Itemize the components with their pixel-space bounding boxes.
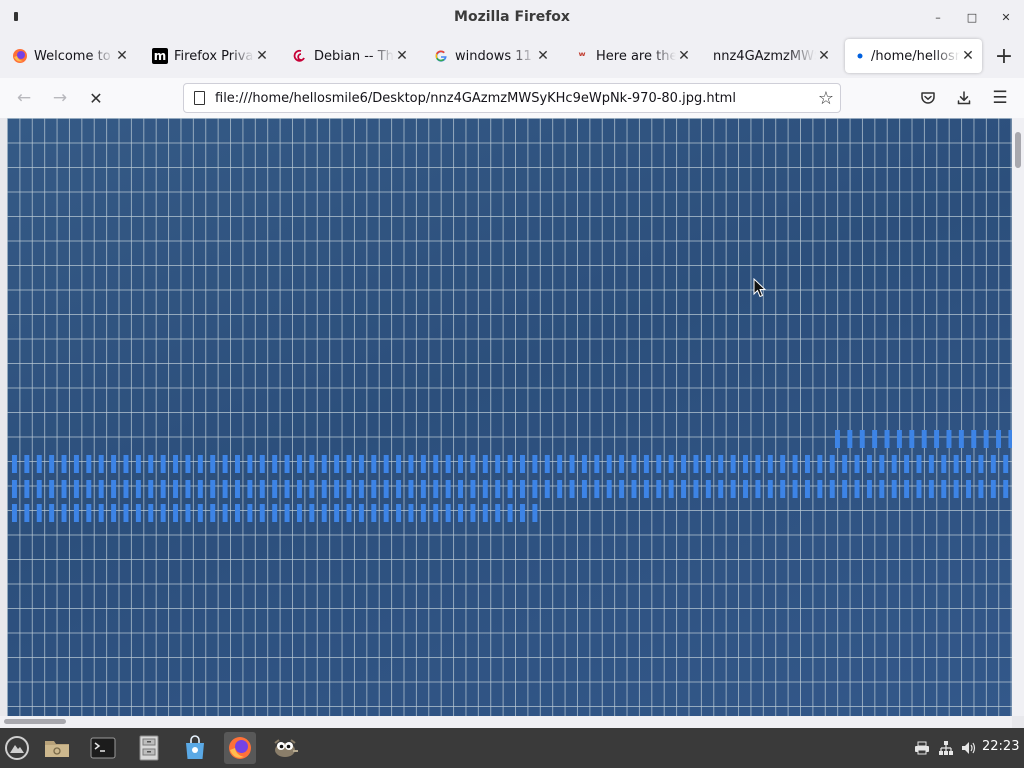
tab-label: Here are the Windows 11 wallpapers [596, 48, 676, 64]
file-cabinet-icon[interactable] [133, 732, 165, 764]
page-viewport [0, 118, 1024, 728]
tab-label: Firefox Privacy Notice [174, 48, 254, 64]
tab-close-icon[interactable]: ✕ [676, 48, 692, 64]
led-band-middle-1 [10, 455, 1012, 473]
tab-windows-11-search[interactable]: windows 11 background ✕ [423, 39, 557, 73]
tab-strip: Welcome to Firefox ✕ m Firefox Privacy N… [0, 34, 1024, 78]
tab-active-html-file[interactable]: /home/hellosmile6/Desktop/nnz4GAzmzMWSyK… [845, 39, 982, 73]
debian-swirl-icon [292, 48, 308, 64]
gimp-icon[interactable] [269, 732, 301, 764]
pocket-icon[interactable] [916, 86, 940, 110]
navigation-toolbar: ← → ✕ file:///home/hellosmile6/Desktop/n… [0, 78, 1024, 119]
minimize-button[interactable]: – [929, 8, 947, 26]
page-icon [193, 90, 207, 106]
back-button[interactable]: ← [12, 86, 36, 110]
tab-windows-11-wallpapers[interactable]: ʷ Here are the Windows 11 wallpapers ✕ [564, 39, 698, 73]
horizontal-scroll-thumb[interactable] [4, 719, 66, 724]
led-band-bottom [10, 504, 542, 522]
tab-close-icon[interactable]: ✕ [254, 48, 270, 64]
bookmark-star-icon[interactable]: ☆ [812, 88, 840, 109]
horizontal-scrollbar[interactable] [0, 716, 1012, 728]
led-band-top [833, 430, 1012, 448]
clock[interactable]: 22:23 [982, 739, 1019, 754]
tab-label: Welcome to Firefox [34, 48, 114, 64]
printer-icon[interactable] [913, 739, 931, 757]
stop-button[interactable]: ✕ [84, 86, 108, 110]
vertical-scrollbar[interactable] [1012, 118, 1024, 716]
tab-close-icon[interactable]: ✕ [960, 48, 976, 64]
window-title: Mozilla Firefox [454, 9, 570, 25]
tab-firefox-privacy-notice[interactable]: m Firefox Privacy Notice ✕ [142, 39, 276, 73]
close-window-button[interactable]: ✕ [997, 8, 1015, 26]
tab-close-icon[interactable]: ✕ [816, 48, 832, 64]
tab-welcome-to-firefox[interactable]: Welcome to Firefox ✕ [2, 39, 136, 73]
file-manager-icon[interactable] [41, 732, 73, 764]
tab-close-icon[interactable]: ✕ [114, 48, 130, 64]
network-icon[interactable] [937, 739, 955, 757]
tab-label: Debian -- The Universal Operating System [314, 48, 394, 64]
window-menu-icon[interactable] [14, 12, 18, 21]
tab-label: /home/hellosmile6/Desktop/nnz4GAzmzMWSyK… [871, 48, 960, 64]
displayed-image [7, 118, 1012, 716]
firefox-icon[interactable] [224, 732, 256, 764]
led-band-middle-2 [10, 480, 1012, 498]
new-tab-button[interactable]: + [992, 46, 1016, 70]
window-titlebar: Mozilla Firefox – □ ✕ [0, 0, 1024, 34]
tab-jpg-image[interactable]: nnz4GAzmzMWSyKHc9eWpNk-970-80.jpg ✕ [704, 39, 838, 73]
google-g-icon [433, 48, 449, 64]
tab-debian[interactable]: Debian -- The Universal Operating System… [282, 39, 416, 73]
download-icon[interactable] [952, 86, 976, 110]
menu-icon[interactable] [1, 732, 33, 764]
url-text[interactable]: file:///home/hellosmile6/Desktop/nnz4GAz… [215, 91, 812, 106]
tab-close-icon[interactable]: ✕ [394, 48, 410, 64]
volume-icon[interactable] [960, 739, 978, 757]
taskbar: 22:23 [0, 728, 1024, 768]
forward-button[interactable]: → [48, 86, 72, 110]
firefox-icon [12, 48, 28, 64]
maximize-button[interactable]: □ [963, 8, 981, 26]
app-menu-button[interactable]: ☰ [988, 86, 1012, 110]
loading-dot-icon [855, 48, 865, 64]
software-store-icon[interactable] [179, 732, 211, 764]
mozilla-m-icon: m [152, 48, 168, 64]
terminal-icon[interactable] [87, 732, 119, 764]
vertical-scroll-thumb[interactable] [1015, 132, 1021, 168]
tab-label: nnz4GAzmzMWSyKHc9eWpNk-970-80.jpg [713, 48, 816, 64]
mouse-cursor-icon [753, 278, 767, 298]
tab-label: windows 11 background [455, 48, 535, 64]
tab-close-icon[interactable]: ✕ [535, 48, 551, 64]
url-bar[interactable]: file:///home/hellosmile6/Desktop/nnz4GAz… [183, 83, 841, 113]
w-logo-icon: ʷ [578, 49, 586, 63]
